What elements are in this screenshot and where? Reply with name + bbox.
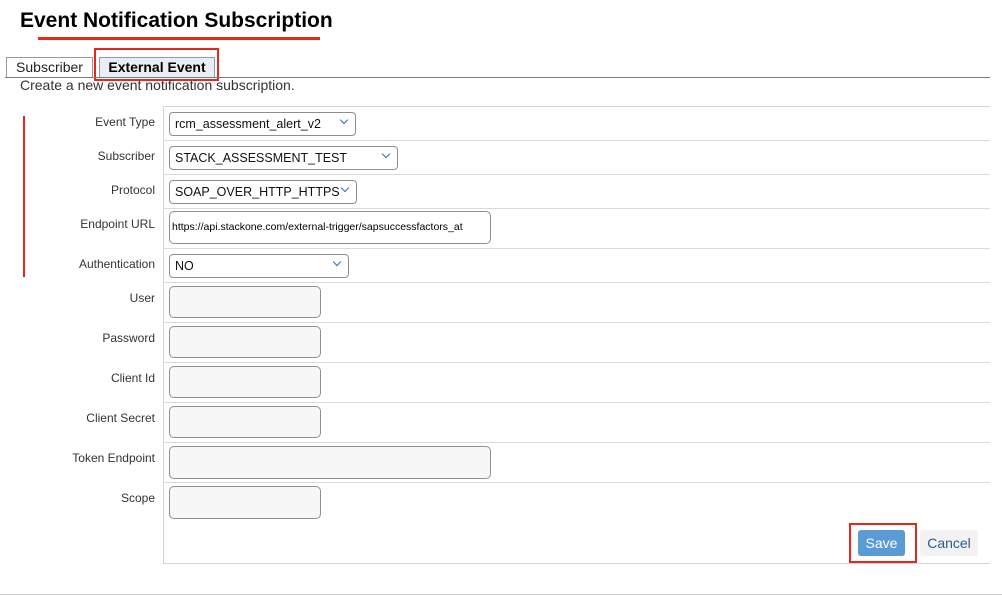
chevron-down-icon [381,149,391,159]
subscriber-value: STACK_ASSESSMENT_TEST [175,151,348,165]
scope-input[interactable] [169,486,321,519]
cancel-button[interactable]: Cancel [920,530,978,556]
page-bottom-divider [0,594,1002,595]
chevron-down-icon [339,115,349,125]
user-label: User [129,291,155,305]
token-endpoint-input[interactable] [169,446,491,479]
required-fields-marker [23,116,25,277]
protocol-value: SOAP_OVER_HTTP_HTTPS [175,185,340,199]
protocol-label: Protocol [110,183,155,197]
tab-subscriber[interactable]: Subscriber [6,57,93,77]
authentication-value: NO [175,259,194,273]
client-id-label: Client Id [110,371,155,385]
chevron-down-icon [340,183,350,193]
password-input[interactable] [169,326,321,358]
client-secret-input[interactable] [169,406,321,438]
endpoint-url-input[interactable]: https://api.stackone.com/external-trigge… [169,211,491,244]
save-highlight-box [849,523,917,563]
subscriber-label: Subscriber [97,149,155,163]
row-divider [163,362,990,363]
row-divider [163,322,990,323]
scope-label: Scope [120,491,155,505]
event-type-label: Event Type [95,115,155,129]
authentication-label: Authentication [78,257,155,271]
authentication-select[interactable]: NO [169,254,349,278]
row-divider [163,140,990,141]
row-divider [163,174,990,175]
subscriber-select[interactable]: STACK_ASSESSMENT_TEST [169,146,398,170]
row-divider [163,442,990,443]
row-divider [163,208,990,209]
title-highlight-underline [38,37,320,40]
row-divider [163,482,990,483]
intro-text: Create a new event notification subscrip… [20,77,295,93]
event-type-select[interactable]: rcm_assessment_alert_v2 [169,112,356,136]
client-id-input[interactable] [169,366,321,398]
token-endpoint-label: Token Endpoint [72,451,155,465]
protocol-select[interactable]: SOAP_OVER_HTTP_HTTPS [169,180,357,204]
event-type-value: rcm_assessment_alert_v2 [175,117,321,131]
client-secret-label: Client Secret [86,411,155,425]
user-input[interactable] [169,286,321,318]
row-divider [163,282,990,283]
page-title: Event Notification Subscription [20,9,333,32]
chevron-down-icon [332,257,342,267]
row-divider [163,402,990,403]
password-label: Password [102,331,155,345]
endpoint-url-label: Endpoint URL [80,217,155,231]
row-divider [163,248,990,249]
